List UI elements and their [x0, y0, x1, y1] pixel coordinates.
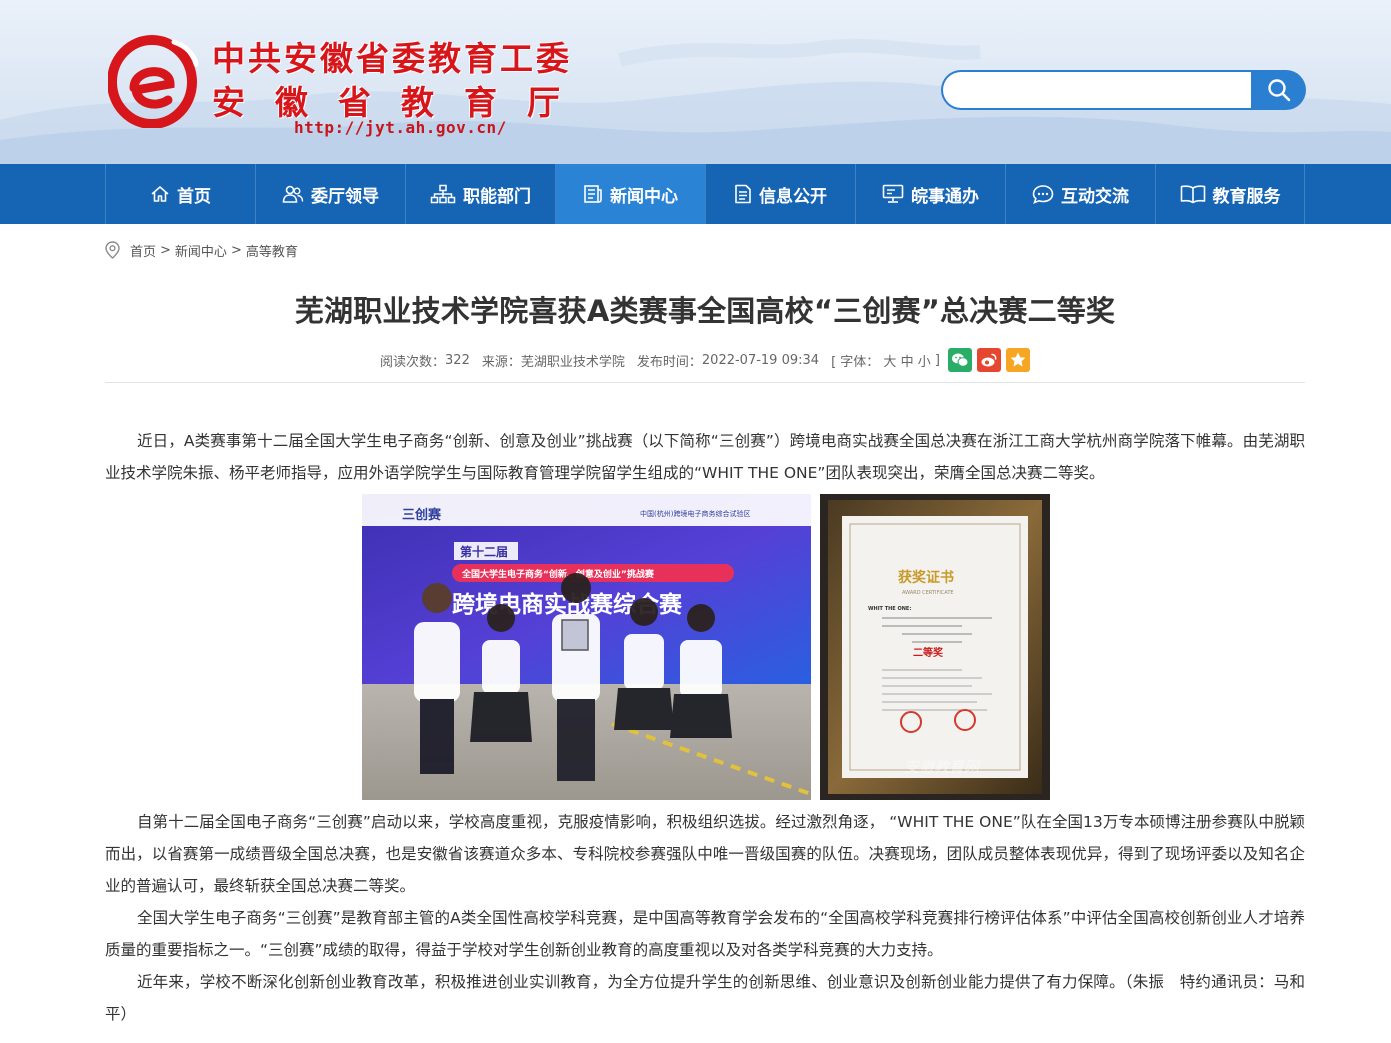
chat-icon: [1032, 185, 1054, 204]
nav-label: 皖事通办: [911, 186, 979, 207]
breadcrumb-news-link[interactable]: 新闻中心: [175, 241, 227, 260]
source-value: 芜湖职业技术学院: [520, 354, 625, 370]
site-logo[interactable]: 中共安徽省委教育工委 安徽省教育厅 http://jyt.ah.gov.cn/: [108, 24, 608, 144]
nav-label: 职能部门: [463, 186, 531, 207]
banner-edition: 第十二届: [460, 544, 508, 559]
star-icon: [1010, 352, 1026, 367]
breadcrumb-separator: >: [160, 242, 171, 258]
photo-watermark: 安徽教育网: [904, 758, 981, 776]
search-icon: [1267, 79, 1290, 102]
nav-item-home[interactable]: 首页: [105, 164, 255, 224]
location-pin-icon: [105, 241, 120, 259]
reads-label: 阅读次数：: [380, 354, 446, 370]
nav-item-departments[interactable]: 职能部门: [405, 164, 555, 224]
nav-label: 委厅领导: [311, 186, 379, 207]
logo-url: http://jyt.ah.gov.cn/: [294, 118, 507, 137]
article-title: 芜湖职业技术学院喜获A类赛事全国高校“三创赛”总决赛二等奖: [294, 294, 1116, 328]
nav-item-news[interactable]: 新闻中心: [555, 164, 705, 224]
nav-label: 教育服务: [1212, 186, 1281, 207]
site-header: 中共安徽省委教育工委 安徽省教育厅 http://jyt.ah.gov.cn/: [0, 0, 1391, 164]
home-icon: [151, 186, 169, 202]
share-wechat-button[interactable]: [947, 348, 972, 372]
reads-count: 322: [445, 352, 470, 368]
weibo-icon: [981, 353, 997, 367]
article-paragraph: 自第十二届全国电子商务“三创赛”启动以来，学校高度重视，克服疫情影响，积极组织选…: [105, 813, 1305, 895]
date-label: 发布时间：: [636, 354, 702, 370]
breadcrumb-separator: >: [230, 242, 242, 258]
article-paragraph: 近日，A类赛事第十二届全国大学生电子商务“创新、创意及创业”挑战赛（以下简称“三…: [105, 432, 1305, 482]
search-box: [941, 70, 1306, 110]
monitor-icon: [882, 184, 904, 203]
source-label: 来源：: [481, 354, 521, 370]
nav-item-leaders[interactable]: 委厅领导: [255, 164, 405, 224]
nav-item-interaction[interactable]: 互动交流: [1005, 164, 1155, 224]
banner-organizer: 中国(杭州)跨境电子商务综合试验区: [640, 509, 750, 518]
article-paragraph: 近年来，学校不断深化创新创业教育改革，积极推进创业实训教育，为全方位提升学生的创…: [105, 973, 1305, 1023]
nav-item-education-services[interactable]: 教育服务: [1155, 164, 1305, 224]
document-icon: [735, 184, 751, 204]
search-input[interactable]: [941, 70, 1253, 110]
font-size-label: [ 字体：: [831, 354, 880, 370]
nav-label: 首页: [177, 186, 211, 207]
logo-emblem-icon: [108, 35, 199, 128]
news-icon: [584, 185, 602, 203]
main-nav: 首页 委厅领导 职能部门 新闻中心 信息公开 皖事通办 互动交流 教育服务: [0, 164, 1391, 224]
font-size-small-link[interactable]: 小: [918, 351, 931, 370]
nav-label: 信息公开: [759, 186, 827, 207]
article-photo: 三创赛 中国(杭州)跨境电子商务综合试验区 第十二届 全国大学生电子商务“创新、…: [362, 494, 1050, 800]
people-icon: [282, 185, 304, 203]
add-favorite-button[interactable]: [1005, 348, 1030, 372]
logo-title-line1: 中共安徽省委教育工委: [212, 39, 572, 78]
breadcrumb: 首页 > 新闻中心 > 高等教育: [105, 240, 298, 260]
nav-item-info-disclosure[interactable]: 信息公开: [705, 164, 855, 224]
meta-divider: [105, 382, 1305, 383]
nav-label: 新闻中心: [610, 186, 678, 207]
article-meta: 阅读次数： 322 来源： 芜湖职业技术学院 发布时间： 2022-07-19 …: [105, 346, 1305, 374]
org-chart-icon: [430, 184, 456, 204]
certificate-subtitle: AWARD CERTIFICATE: [902, 590, 954, 596]
certificate-award: 二等奖: [913, 646, 944, 659]
breadcrumb-category-link[interactable]: 高等教育: [246, 241, 298, 260]
search-button[interactable]: [1251, 70, 1306, 110]
breadcrumb-home-link[interactable]: 首页: [130, 241, 156, 260]
book-icon: [1180, 185, 1205, 204]
font-size-large-link[interactable]: 大: [883, 351, 896, 370]
banner-brand: 三创赛: [402, 507, 442, 523]
font-size-bracket: ]: [934, 352, 940, 368]
nav-label: 互动交流: [1061, 186, 1129, 207]
font-size-medium-link[interactable]: 中: [901, 351, 914, 370]
nav-item-online-services[interactable]: 皖事通办: [855, 164, 1005, 224]
article-paragraph: 全国大学生电子商务“三创赛”是教育部主管的A类全国性高校学科竞赛，是中国高等教育…: [105, 909, 1305, 959]
certificate-team: WHIT THE ONE:: [868, 606, 911, 612]
certificate-title: 获奖证书: [898, 569, 954, 586]
banner-subtitle: 全国大学生电子商务“创新、创意及创业”挑战赛: [461, 568, 655, 580]
publish-date: 2022-07-19 09:34: [701, 352, 820, 368]
share-weibo-button[interactable]: [976, 348, 1001, 372]
wechat-icon: [951, 353, 969, 367]
logo-title-line2: 安徽省教育厅: [212, 83, 590, 122]
